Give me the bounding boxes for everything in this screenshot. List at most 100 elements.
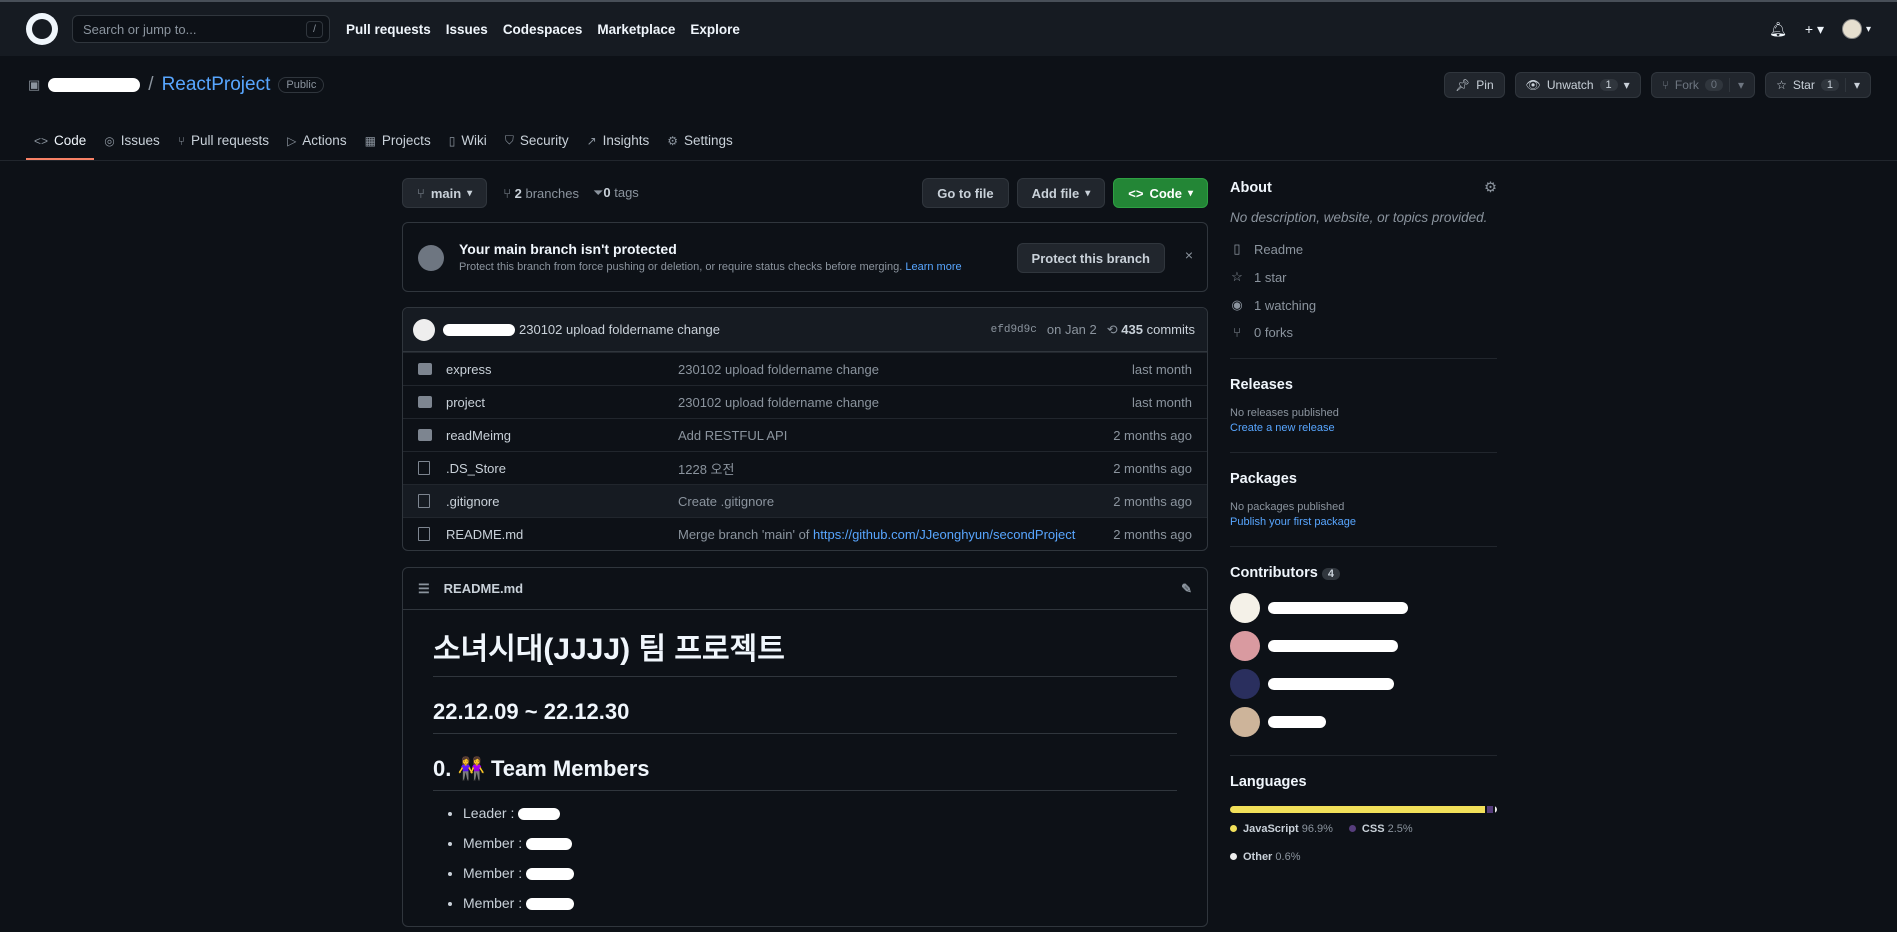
nav-issues[interactable]: Issues — [446, 22, 488, 37]
member-name-redacted[interactable] — [526, 868, 575, 881]
go-to-file-button[interactable]: Go to file — [922, 178, 1009, 208]
list-item[interactable] — [1230, 669, 1497, 699]
dot-icon — [1230, 825, 1237, 832]
tab-security[interactable]: ⛉ Security — [497, 133, 577, 160]
readme-header: ☰ README.md ✎ — [403, 568, 1207, 610]
branch-icon: ⑂ — [417, 185, 425, 201]
stars-label: 1 star — [1254, 269, 1287, 285]
star-button[interactable]: ☆ Star 1 ▾ — [1765, 72, 1871, 98]
pencil-icon[interactable]: ✎ — [1181, 581, 1192, 597]
branches-link[interactable]: ⑂ 2 branches — [503, 186, 579, 201]
chevron-down-icon[interactable]: ▾ — [1729, 78, 1744, 92]
list-item[interactable] — [1230, 593, 1497, 623]
readme-link[interactable]: ▯ Readme — [1230, 241, 1497, 257]
plus-dropdown-icon[interactable]: + ▾ — [1805, 21, 1824, 38]
list-icon[interactable]: ☰ — [418, 581, 430, 597]
protect-branch-button[interactable]: Protect this branch — [1016, 243, 1165, 273]
bell-icon[interactable]: 🔔︎ — [1769, 21, 1787, 38]
tab-insights[interactable]: ↗ Insights — [579, 133, 658, 160]
create-release-link[interactable]: Create a new release — [1230, 422, 1335, 434]
learn-more-link[interactable]: Learn more — [905, 261, 961, 273]
member-name-redacted[interactable] — [526, 898, 575, 911]
tab-code[interactable]: <> Code — [26, 133, 95, 160]
file-name[interactable]: README.md — [446, 527, 678, 542]
repo-header: ▣ / ReactProject Public 📌︎ Pin 👁︎ Unwatch 1… — [0, 56, 1897, 161]
file-name[interactable]: project — [446, 395, 678, 410]
tab-issues[interactable]: ◎ Issues — [96, 133, 168, 160]
github-logo-icon[interactable] — [26, 13, 58, 45]
commit-message[interactable]: 230102 upload foldername change — [519, 322, 720, 337]
file-icon — [418, 494, 430, 508]
global-header: Search or jump to... / Pull requests Iss… — [0, 2, 1897, 56]
tab-wiki[interactable]: ▯ Wiki — [441, 133, 495, 160]
readme-filename[interactable]: README.md — [444, 581, 523, 596]
file-name[interactable]: express — [446, 362, 678, 377]
language-javascript[interactable]: JavaScript 96.9% — [1230, 823, 1333, 835]
file-name[interactable]: readMeimg — [446, 428, 678, 443]
file-commit-message[interactable]: Add RESTFUL API — [678, 428, 1113, 443]
nav-codespaces[interactable]: Codespaces — [503, 22, 583, 37]
nav-pull-requests[interactable]: Pull requests — [346, 22, 431, 37]
file-commit-message[interactable]: 230102 upload foldername change — [678, 362, 1132, 377]
file-commit-message[interactable]: 230102 upload foldername change — [678, 395, 1132, 410]
tab-settings[interactable]: ⚙ Settings — [659, 133, 741, 160]
code-button[interactable]: <> Code ▾ — [1113, 178, 1208, 208]
member-name-redacted[interactable] — [518, 808, 561, 821]
nav-marketplace[interactable]: Marketplace — [597, 22, 675, 37]
language-css[interactable]: CSS 2.5% — [1348, 823, 1413, 835]
forks-link[interactable]: ⑂ 0 forks — [1230, 325, 1497, 340]
fork-count: 0 — [1704, 79, 1724, 91]
tab-label: Pull requests — [191, 133, 270, 148]
search-input[interactable]: Search or jump to... / — [72, 15, 330, 43]
repo-name-link[interactable]: ReactProject — [162, 74, 271, 96]
tags-label: tags — [614, 185, 639, 200]
commits-link[interactable]: ⟲ 435 commits — [1107, 322, 1195, 338]
file-commit-message[interactable]: Create .gitignore — [678, 494, 1113, 509]
add-file-label: Add file — [1031, 185, 1080, 201]
user-menu[interactable]: ▾ — [1841, 19, 1871, 39]
chevron-down-icon[interactable]: ▾ — [1844, 78, 1860, 92]
graph-icon: ↗ — [586, 133, 597, 148]
add-file-button[interactable]: Add file ▾ — [1016, 178, 1106, 208]
commit-link[interactable]: https://github.com/JJeonghyun/secondProj… — [813, 527, 1075, 542]
publish-package-link[interactable]: Publish your first package — [1230, 516, 1356, 528]
members-list: Leader : Member : Member : Member : — [433, 805, 1177, 911]
commit-count: 435 — [1121, 321, 1143, 337]
languages-title: Languages — [1230, 774, 1307, 790]
tab-projects[interactable]: ▦ Projects — [357, 133, 439, 160]
chevron-down-icon: ▾ — [1623, 78, 1630, 92]
member-name-redacted[interactable] — [526, 838, 573, 851]
fork-icon: ⑂ — [1661, 78, 1669, 92]
table-icon: ▦ — [364, 133, 376, 148]
file-name[interactable]: .gitignore — [446, 494, 678, 509]
gear-icon[interactable]: ⚙ — [1484, 180, 1497, 196]
nav-explore[interactable]: Explore — [690, 22, 740, 37]
releases-title[interactable]: Releases — [1230, 377, 1497, 393]
fork-button[interactable]: ⑂ Fork 0 ▾ — [1650, 72, 1756, 98]
owner-name-redacted[interactable] — [48, 78, 141, 92]
list-item[interactable] — [1230, 707, 1497, 737]
pin-button[interactable]: 📌︎ Pin — [1444, 72, 1505, 98]
tab-pull-requests[interactable]: ⑂ Pull requests — [170, 133, 277, 160]
tab-actions[interactable]: ▷ Actions — [279, 133, 355, 160]
packages-title[interactable]: Packages — [1230, 471, 1497, 487]
stars-link[interactable]: ☆ 1 star — [1230, 269, 1497, 285]
tags-link[interactable]: ⏷0 tags — [593, 185, 639, 201]
visibility-badge: Public — [278, 77, 325, 93]
commit-sha[interactable]: efd9d9c — [991, 324, 1037, 336]
chevron-down-icon: ▾ — [467, 187, 473, 199]
file-actions: Go to file Add file ▾ <> Code ▾ — [922, 178, 1208, 208]
avatar[interactable] — [413, 318, 435, 341]
chevron-down-icon: ▾ — [1085, 187, 1091, 199]
language-other[interactable]: Other 0.6% — [1230, 851, 1497, 863]
file-name[interactable]: .DS_Store — [446, 461, 678, 476]
list-item[interactable] — [1230, 631, 1497, 661]
author-name-redacted[interactable] — [443, 323, 515, 336]
branch-select-button[interactable]: ⑂ main ▾ — [402, 178, 488, 208]
contributors-header[interactable]: Contributors 4 — [1230, 565, 1497, 581]
merge-message[interactable]: Merge branch 'main' of — [678, 527, 809, 542]
close-icon[interactable]: × — [1185, 247, 1193, 263]
watching-link[interactable]: ◉ 1 watching — [1230, 297, 1497, 313]
file-commit-message[interactable]: 1228 오전 — [678, 459, 1113, 478]
unwatch-button[interactable]: 👁︎ Unwatch 1 ▾ — [1514, 72, 1641, 98]
